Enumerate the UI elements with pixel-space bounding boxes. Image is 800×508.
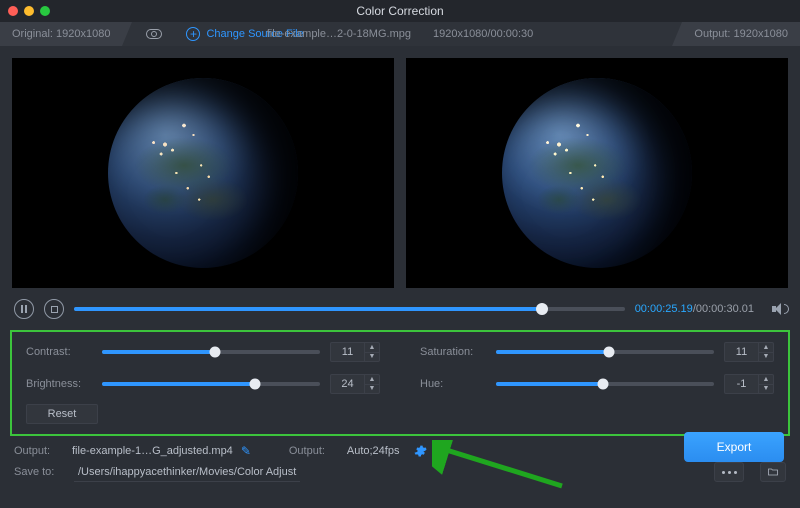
saturation-step-up[interactable]: ▲ <box>759 343 773 353</box>
hue-row: Hue: -1 ▲▼ <box>420 374 774 394</box>
original-preview <box>12 58 394 288</box>
hue-step-up[interactable]: ▲ <box>759 375 773 385</box>
original-label: Original: <box>12 28 53 40</box>
contrast-step-up[interactable]: ▲ <box>365 343 379 353</box>
current-time: 00:00:25.19 <box>635 303 693 315</box>
playback-bar: 00:00:25.19/00:00:30.01 <box>0 294 800 324</box>
brightness-label: Brightness: <box>26 378 92 390</box>
contrast-slider[interactable] <box>102 350 320 354</box>
contrast-step-down[interactable]: ▼ <box>365 353 379 362</box>
stop-icon <box>51 306 58 313</box>
hue-thumb[interactable] <box>597 379 608 390</box>
output-label: Output: <box>694 28 730 40</box>
gear-icon <box>413 444 427 458</box>
output-format-value: Auto;24fps <box>347 445 400 457</box>
pause-icon <box>21 305 28 313</box>
brightness-stepper[interactable]: 24 ▲▼ <box>330 374 380 394</box>
brightness-value: 24 <box>331 375 365 393</box>
save-path: /Users/ihappyacethinker/Movies/Color Adj… <box>74 463 300 482</box>
brightness-thumb[interactable] <box>249 379 260 390</box>
hue-stepper[interactable]: -1 ▲▼ <box>724 374 774 394</box>
folder-icon <box>766 466 780 478</box>
brightness-step-down[interactable]: ▼ <box>365 385 379 394</box>
export-button[interactable]: Export <box>684 432 784 462</box>
output-file-label: Output: <box>14 445 64 457</box>
contrast-label: Contrast: <box>26 346 92 358</box>
browse-path-button[interactable] <box>714 462 744 482</box>
window-title: Color Correction <box>356 4 443 18</box>
saturation-slider[interactable] <box>496 350 714 354</box>
pencil-icon: ✎ <box>241 444 251 458</box>
source-meta: file-example…2-0-18MG.mpg 1920x1080/00:0… <box>267 28 534 40</box>
rename-output-button[interactable]: ✎ <box>241 444 251 458</box>
playback-time: 00:00:25.19/00:00:30.01 <box>635 303 754 315</box>
info-bar: Original: 1920x1080 + Change Source File… <box>0 22 800 46</box>
minimize-window-button[interactable] <box>24 6 34 16</box>
source-resolution-duration: 1920x1080/00:00:30 <box>433 28 533 40</box>
volume-button[interactable] <box>772 303 786 315</box>
save-row: Save to: /Users/ihappyacethinker/Movies/… <box>0 462 800 490</box>
zoom-window-button[interactable] <box>40 6 50 16</box>
output-chip: Output: 1920x1080 <box>682 22 800 46</box>
reset-button[interactable]: Reset <box>26 404 98 424</box>
output-row: Output: file-example-1…G_adjusted.mp4 ✎ … <box>0 440 800 462</box>
output-resolution: 1920x1080 <box>734 28 788 40</box>
contrast-stepper[interactable]: 11 ▲▼ <box>330 342 380 362</box>
brightness-slider[interactable] <box>102 382 320 386</box>
seekbar-thumb[interactable] <box>536 303 548 315</box>
earth-graphic-original <box>108 78 298 268</box>
output-filename: file-example-1…G_adjusted.mp4 <box>72 445 233 457</box>
original-resolution: 1920x1080 <box>56 28 110 40</box>
saturation-row: Saturation: 11 ▲▼ <box>420 342 774 362</box>
contrast-row: Contrast: 11 ▲▼ <box>26 342 380 362</box>
earth-graphic-adjusted <box>502 78 692 268</box>
output-settings-button[interactable] <box>413 444 427 458</box>
playback-seekbar[interactable] <box>74 307 625 311</box>
hue-label: Hue: <box>420 378 486 390</box>
preview-area <box>0 46 800 294</box>
pause-button[interactable] <box>14 299 34 319</box>
adjusted-preview <box>406 58 788 288</box>
eye-icon <box>146 29 162 39</box>
open-folder-button[interactable] <box>760 462 786 482</box>
saturation-step-down[interactable]: ▼ <box>759 353 773 362</box>
saturation-label: Saturation: <box>420 346 486 358</box>
brightness-row: Brightness: 24 ▲▼ <box>26 374 380 394</box>
saturation-thumb[interactable] <box>604 347 615 358</box>
save-to-label: Save to: <box>14 466 64 478</box>
saturation-stepper[interactable]: 11 ▲▼ <box>724 342 774 362</box>
stop-button[interactable] <box>44 299 64 319</box>
close-window-button[interactable] <box>8 6 18 16</box>
hue-slider[interactable] <box>496 382 714 386</box>
output-format-label: Output: <box>289 445 339 457</box>
contrast-thumb[interactable] <box>210 347 221 358</box>
saturation-value: 11 <box>725 343 759 361</box>
hue-value: -1 <box>725 375 759 393</box>
hue-step-down[interactable]: ▼ <box>759 385 773 394</box>
original-chip: Original: 1920x1080 <box>0 22 122 46</box>
total-duration: 00:00:30.01 <box>696 303 754 315</box>
brightness-step-up[interactable]: ▲ <box>365 375 379 385</box>
plus-circle-icon: + <box>186 27 200 41</box>
window-controls <box>8 6 50 16</box>
source-filename: file-example…2-0-18MG.mpg <box>267 28 411 40</box>
contrast-value: 11 <box>331 343 365 361</box>
color-adjust-panel: Contrast: 11 ▲▼ Saturation: 11 ▲▼ <box>10 330 790 436</box>
title-bar: Color Correction <box>0 0 800 22</box>
color-correction-window: Color Correction Original: 1920x1080 + C… <box>0 0 800 508</box>
